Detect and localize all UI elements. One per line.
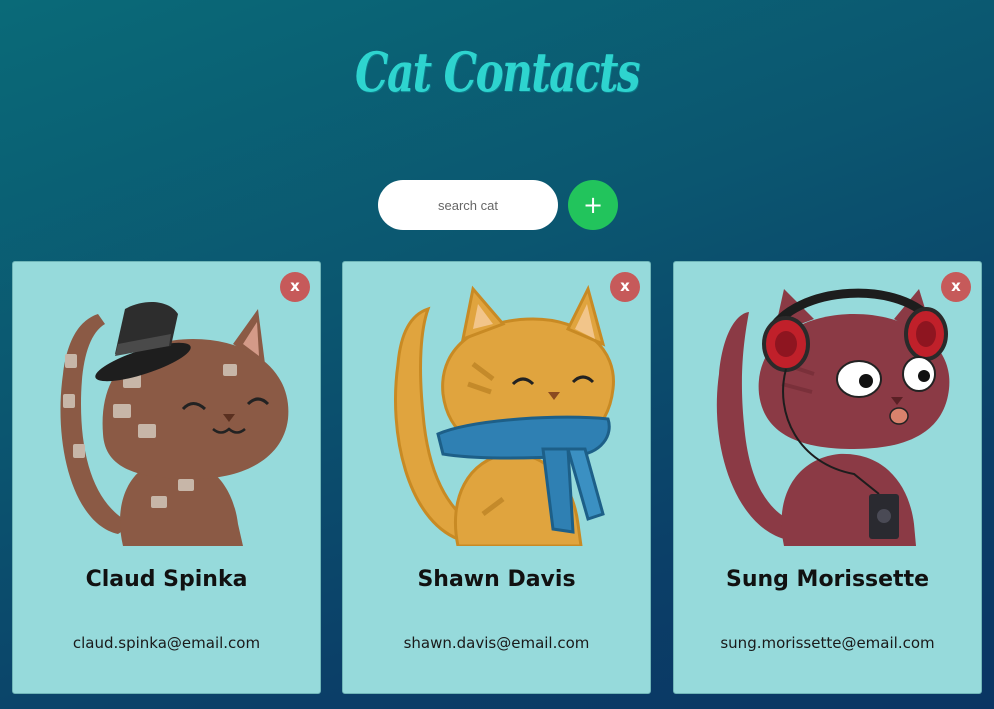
- contact-email: sung.morissette@email.com: [720, 634, 935, 652]
- contact-email: shawn.davis@email.com: [403, 634, 590, 652]
- contact-card: x Claud Spinka claud.spinka@email.com: [12, 261, 321, 694]
- cat-avatar-image: [394, 284, 615, 546]
- add-cat-button[interactable]: +: [568, 180, 618, 230]
- contact-name: Shawn Davis: [417, 567, 576, 592]
- contact-email: claud.spinka@email.com: [72, 634, 261, 652]
- cat-avatar-image: [716, 288, 950, 546]
- search-box: [378, 180, 558, 230]
- search-input[interactable]: [378, 180, 558, 230]
- page-title: Cat Contacts: [354, 40, 641, 104]
- contact-name: Sung Morissette: [725, 567, 930, 592]
- cat-avatar-image: [60, 302, 289, 546]
- contact-card: x Shawn Davis shawn.davis@email.com: [342, 261, 651, 694]
- contact-name: Claud Spinka: [85, 567, 248, 592]
- contact-card: x Sung Morissette sung.morissette@email.…: [673, 261, 982, 694]
